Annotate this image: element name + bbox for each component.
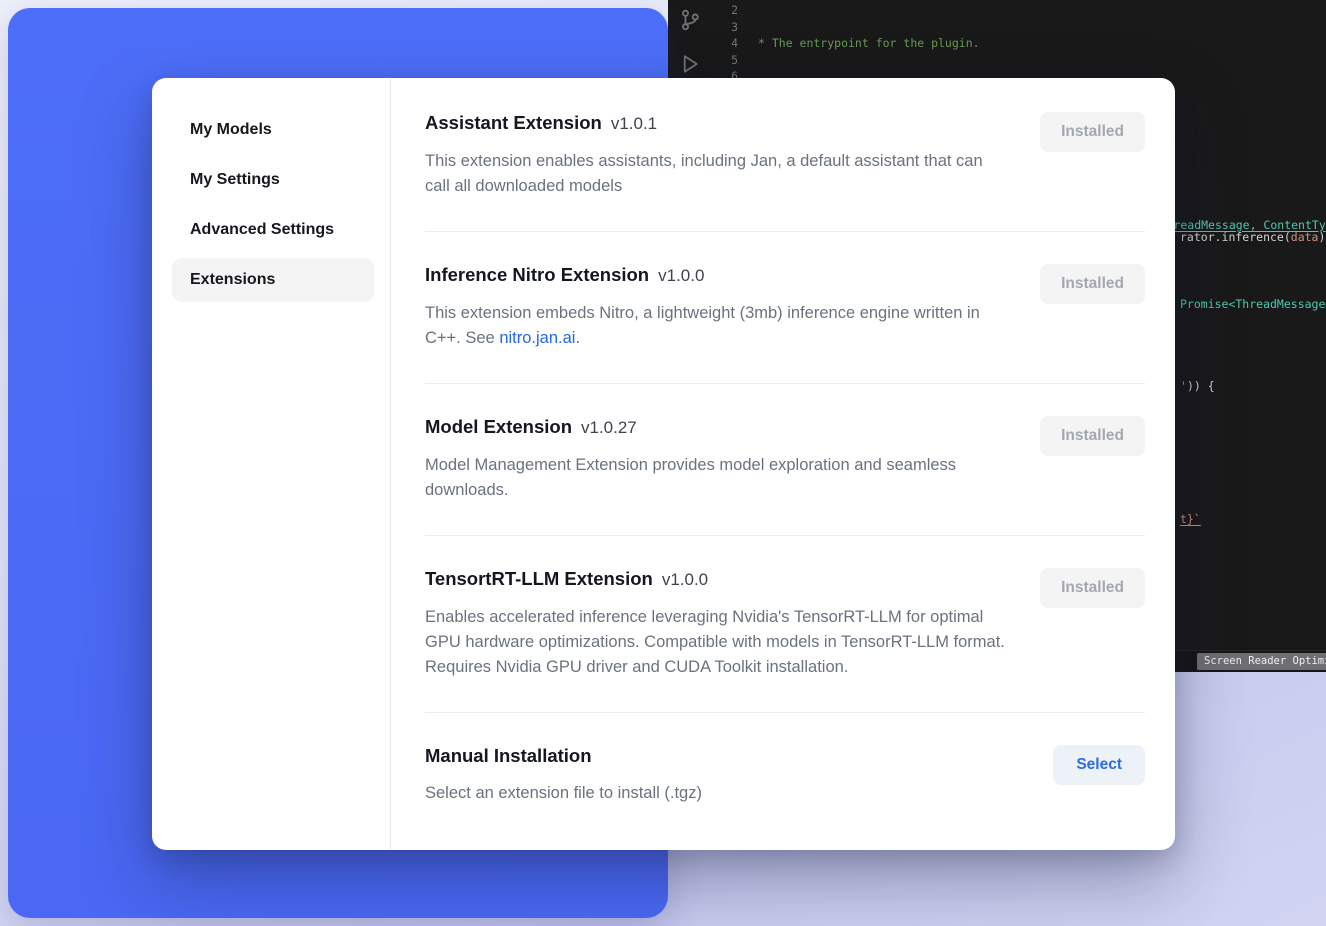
extension-info: Manual Installation Select an extension … [425, 744, 702, 806]
extension-info: Inference Nitro Extension v1.0.0 This ext… [425, 263, 1010, 351]
installed-button[interactable]: Installed [1040, 568, 1145, 608]
installed-button[interactable]: Installed [1040, 264, 1145, 304]
extension-title: TensortRT-LLM Extension v1.0.0 [425, 567, 1010, 592]
extension-name: Assistant Extension [425, 112, 602, 133]
line-number: 3 [718, 19, 738, 36]
sidebar-item-my-settings[interactable]: My Settings [172, 158, 374, 202]
extension-title: Model Extension v1.0.27 [425, 415, 1010, 440]
source-control-icon[interactable] [678, 8, 702, 32]
extension-name: TensortRT-LLM Extension [425, 568, 653, 589]
extension-row-tensorrt-llm: TensortRT-LLM Extension v1.0.0 Enables ac… [425, 535, 1145, 712]
sidebar-item-advanced-settings[interactable]: Advanced Settings [172, 208, 374, 252]
extension-description: This extension embeds Nitro, a lightweig… [425, 301, 1010, 351]
extension-description: Enables accelerated inference leveraging… [425, 605, 1010, 680]
extension-version: v1.0.0 [662, 570, 708, 589]
code-token: )); [1318, 230, 1326, 244]
installed-button[interactable]: Installed [1040, 416, 1145, 456]
manual-installation-row: Manual Installation Select an extension … [425, 712, 1145, 838]
line-number-gutter: 2 3 4 5 6 [718, 2, 738, 85]
extensions-list: Assistant Extension v1.0.1 This extension… [391, 78, 1175, 850]
sidebar-item-label: My Models [190, 121, 272, 139]
manual-installation-title: Manual Installation [425, 744, 702, 768]
extension-row-model: Model Extension v1.0.27 Model Management … [425, 383, 1145, 535]
code-token: ' [1180, 379, 1187, 393]
run-debug-icon[interactable] [678, 52, 702, 76]
sidebar-item-label: My Settings [190, 171, 280, 189]
settings-modal: My Models My Settings Advanced Settings … [152, 78, 1175, 850]
extension-name: Inference Nitro Extension [425, 264, 649, 285]
line-number: 4 [718, 35, 738, 52]
extension-row-inference-nitro: Inference Nitro Extension v1.0.0 This ext… [425, 231, 1145, 383]
code-token: rator.inference( [1180, 230, 1291, 244]
installed-button[interactable]: Installed [1040, 112, 1145, 152]
extension-info: TensortRT-LLM Extension v1.0.0 Enables ac… [425, 567, 1010, 680]
extension-title: Inference Nitro Extension v1.0.0 [425, 263, 1010, 288]
extension-info: Assistant Extension v1.0.1 This extension… [425, 111, 1010, 199]
extension-description: This extension enables assistants, inclu… [425, 149, 1010, 199]
settings-sidebar: My Models My Settings Advanced Settings … [152, 78, 391, 850]
code-line: * The entrypoint for the plugin. [758, 35, 1326, 52]
select-file-button[interactable]: Select [1053, 745, 1145, 785]
extension-row-assistant: Assistant Extension v1.0.1 This extension… [425, 78, 1145, 231]
sidebar-item-label: Extensions [190, 271, 275, 289]
screen-reader-status-badge[interactable]: Screen Reader Optimized [1197, 653, 1326, 670]
extension-version: v1.0.1 [611, 114, 657, 133]
extension-name: Manual Installation [425, 745, 592, 766]
sidebar-item-label: Advanced Settings [190, 221, 334, 239]
line-number: 2 [718, 2, 738, 19]
screen: 2 3 4 5 6 * The entrypoint for the plugi… [0, 0, 1326, 926]
extension-description: Model Management Extension provides mode… [425, 453, 1010, 503]
code-fragment: t}` [1180, 511, 1201, 528]
extension-title: Assistant Extension v1.0.1 [425, 111, 1010, 136]
nitro-jan-ai-link[interactable]: nitro.jan.ai. [499, 329, 580, 347]
manual-installation-description: Select an extension file to install (.tg… [425, 781, 702, 806]
code-token: )) { [1187, 379, 1215, 393]
code-token: data [1291, 230, 1319, 244]
line-number: 5 [718, 52, 738, 69]
sidebar-item-my-models[interactable]: My Models [172, 108, 374, 152]
extension-version: v1.0.27 [581, 418, 637, 437]
extension-info: Model Extension v1.0.27 Model Management … [425, 415, 1010, 503]
code-fragment: rator.inference(data)); [1180, 229, 1326, 246]
code-fragment: ')) { [1180, 378, 1215, 395]
sidebar-item-extensions[interactable]: Extensions [172, 258, 374, 302]
code-fragment: Promise<ThreadMessage> [1180, 296, 1326, 313]
extension-version: v1.0.0 [658, 266, 704, 285]
extension-name: Model Extension [425, 416, 572, 437]
